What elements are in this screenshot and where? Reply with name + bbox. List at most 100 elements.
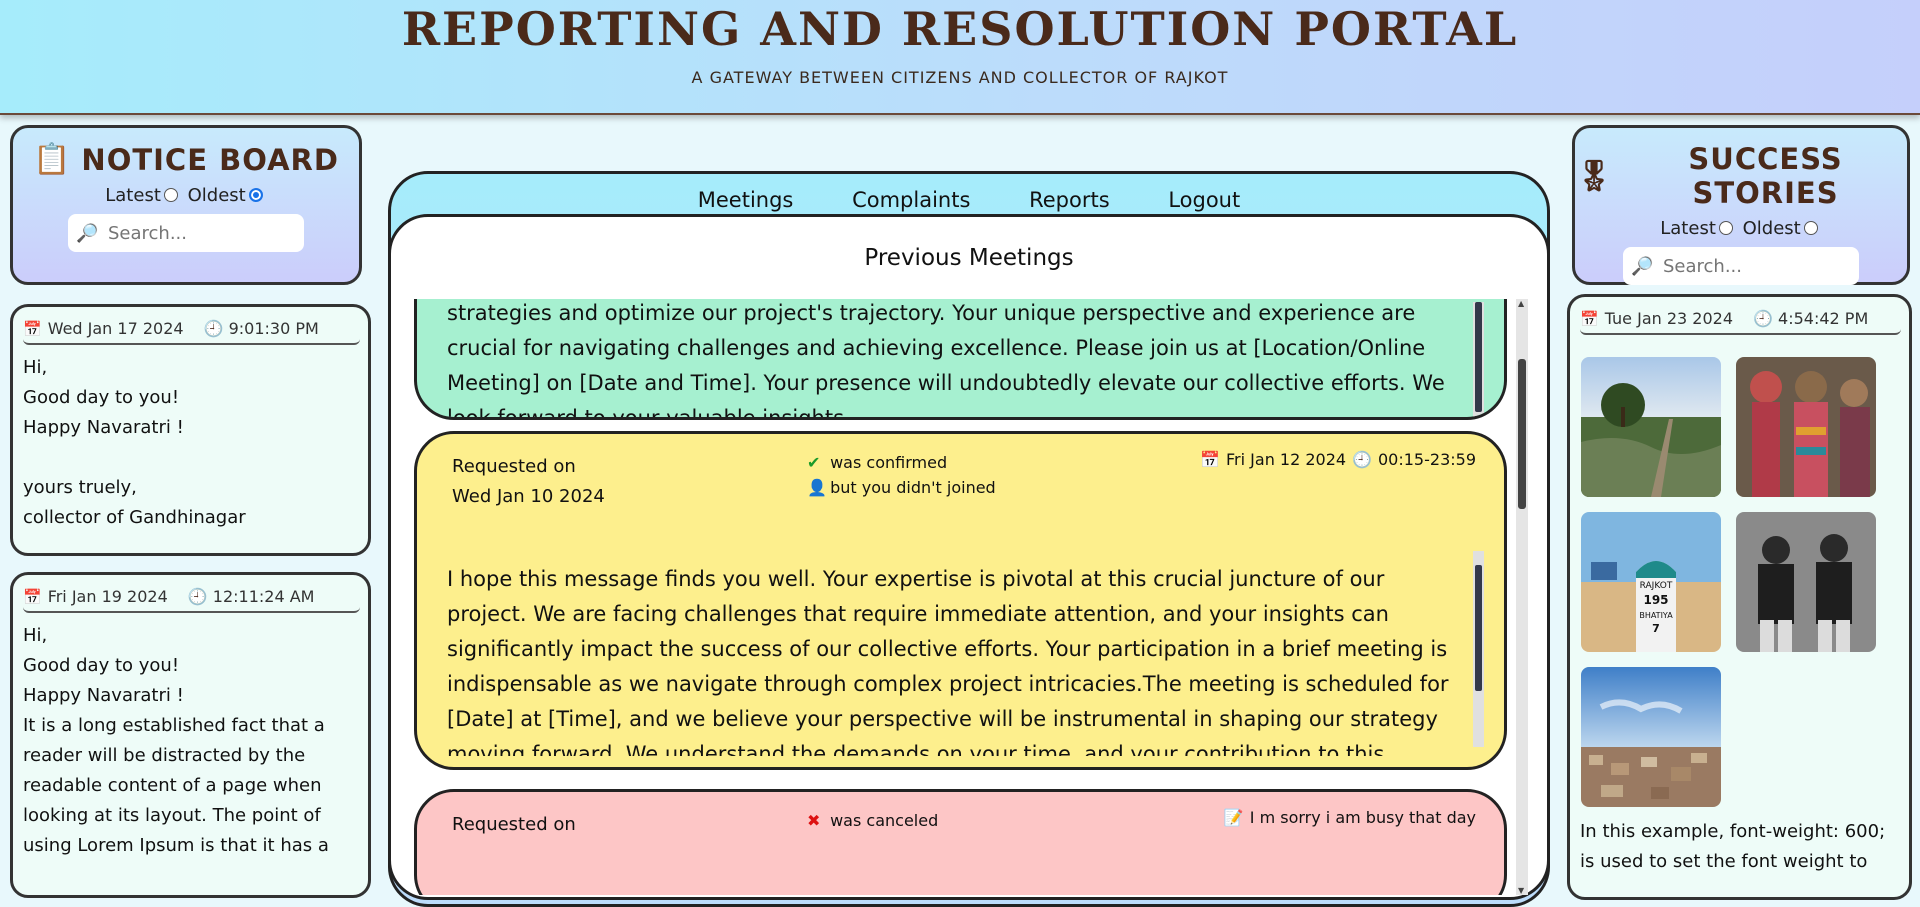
status-text: was confirmed (830, 453, 948, 472)
page-title: REPORTING AND RESOLUTION PORTAL (401, 2, 1519, 56)
calendar-icon: 📅 (23, 319, 42, 338)
notice-card: 📅 Wed Jan 17 2024 🕘 9:01:30 PM Hi, Good … (10, 304, 371, 556)
sort-latest-radio[interactable] (163, 188, 178, 202)
success-stories-heading: 🎖 SUCCESS STORIES (1575, 142, 1907, 210)
story-date: Tue Jan 23 2024 (1604, 309, 1734, 328)
nav-reports[interactable]: Reports (1029, 188, 1110, 212)
story-card-header: 📅 Tue Jan 23 2024 🕘 4:54:42 PM (1580, 309, 1901, 335)
meeting-date: Fri Jan 12 2024 (1226, 450, 1347, 469)
historic-photo[interactable] (1736, 512, 1876, 652)
nav-complaints[interactable]: Complaints (852, 188, 970, 212)
meeting-note: 📝 I m sorry i am busy that day (1224, 808, 1476, 827)
notice-board-title: NOTICE BOARD (81, 142, 339, 177)
notice-time-value: 12:11:24 AM (212, 587, 315, 606)
svg-text:195: 195 (1643, 593, 1668, 607)
notice-date: Wed Jan 17 2024 (47, 319, 184, 338)
note-text: I m sorry i am busy that day (1249, 808, 1476, 827)
meetings-panel: Previous Meetings strategies and optimiz… (388, 214, 1550, 900)
requested-label: Requested on (452, 456, 576, 477)
memo-icon: 📝 (1223, 808, 1244, 827)
page-subtitle: A GATEWAY BETWEEN CITIZENS AND COLLECTOR… (691, 68, 1229, 87)
meeting-schedule: 📅 Fri Jan 12 2024 🕘 00:15-23:59 (1200, 450, 1476, 469)
sort-latest-radio[interactable] (1718, 221, 1733, 235)
sort-oldest-radio[interactable] (1803, 221, 1818, 235)
meeting-text: strategies and optimize our project's tr… (447, 301, 1445, 420)
meeting-card: Requested on Wed Jan 10 2024 ✔ was confi… (414, 431, 1507, 770)
success-stories-title: SUCCESS STORIES (1688, 142, 1843, 210)
svg-text:RAJKOT: RAJKOT (1640, 581, 1673, 591)
medal-icon: 🎖 (1575, 158, 1615, 194)
cross-icon: ✖ (807, 811, 821, 830)
story-time: 🕘 4:54:42 PM (1753, 309, 1868, 328)
notice-search-box[interactable]: 🔎 (68, 214, 304, 252)
nav-logout[interactable]: Logout (1168, 188, 1240, 212)
notice-date: Fri Jan 19 2024 (47, 587, 168, 606)
stories-sort-options: Latest Oldest (1575, 218, 1907, 239)
clock-icon: 🕘 (203, 319, 224, 338)
nav-meetings[interactable]: Meetings (698, 188, 794, 212)
sort-latest-label: Latest (1660, 218, 1716, 239)
clock-icon: 🕘 (187, 587, 208, 606)
notice-card: 📅 Fri Jan 19 2024 🕘 12:11:24 AM Hi, Good… (10, 572, 371, 898)
notice-sort-options: Latest Oldest (13, 185, 359, 206)
meeting-status: ✔ was confirmed 👤 but you didn't joined (807, 450, 996, 500)
story-text: In this example, font-weight: 600; is us… (1580, 821, 1886, 872)
notice-time: 🕘 12:11:24 AM (188, 587, 315, 606)
scroll-thumb[interactable] (1475, 565, 1482, 691)
meeting-text-scrollbar[interactable] (1473, 551, 1484, 747)
main-nav: Meetings Complaints Reports Logout (391, 188, 1547, 212)
sort-oldest-label: Oldest (187, 185, 246, 206)
check-icon: ✔ (807, 453, 821, 472)
scroll-thumb[interactable] (1518, 359, 1526, 509)
scroll-thumb[interactable] (1475, 302, 1482, 412)
stories-search-input[interactable] (1661, 254, 1845, 278)
meetings-list[interactable]: strategies and optimize our project's tr… (408, 299, 1528, 895)
user-icon: 👤 (807, 478, 827, 497)
request-info: Requested on Wed Jan 10 2024 (452, 452, 605, 512)
calendar-icon: 📅 (1200, 450, 1221, 469)
success-stories-panel: 🎖 SUCCESS STORIES Latest Oldest 🔎 (1572, 125, 1910, 285)
lake-photo[interactable] (1581, 357, 1721, 497)
meeting-card: strategies and optimize our project's tr… (414, 299, 1507, 420)
story-time-value: 4:54:42 PM (1778, 309, 1869, 328)
svg-text:7: 7 (1652, 622, 1660, 635)
notice-body: Hi, Good day to you! Happy Navaratri ! y… (23, 357, 246, 528)
handicraft-dolls-photo[interactable] (1736, 357, 1876, 497)
search-icon: 🔎 (76, 222, 99, 244)
calendar-icon: 📅 (1580, 309, 1599, 328)
request-info: Requested on (452, 810, 576, 840)
meeting-text: I hope this message finds you well. Your… (447, 567, 1449, 756)
calendar-icon: 📅 (23, 587, 42, 606)
notice-search-input[interactable] (106, 221, 290, 245)
section-title: Previous Meetings (864, 245, 1074, 271)
notice-board-heading: 📋 NOTICE BOARD (13, 142, 359, 177)
meeting-time: 00:15-23:59 (1378, 450, 1476, 469)
requested-date: Wed Jan 10 2024 (452, 486, 605, 507)
status-note: but you didn't joined (830, 478, 996, 497)
clock-icon: 🕘 (1753, 309, 1773, 328)
status-text: was canceled (830, 811, 939, 830)
meeting-text-scrollbar[interactable] (1473, 302, 1484, 417)
scroll-up-icon[interactable]: ▲ (1518, 299, 1524, 308)
success-story-card: 📅 Tue Jan 23 2024 🕘 4:54:42 PM RAJKOT 19… (1567, 294, 1912, 900)
city-aerial-photo[interactable] (1581, 667, 1721, 807)
search-icon: 🔎 (1631, 255, 1654, 277)
stories-search-box[interactable]: 🔎 (1623, 247, 1859, 285)
meeting-status: ✖ was canceled (807, 808, 938, 833)
rajkot-milestone-photo[interactable]: RAJKOT 195 BHATIYA 7 (1581, 512, 1721, 652)
meeting-text-box: I hope this message finds you well. Your… (447, 562, 1468, 756)
page-header: REPORTING AND RESOLUTION PORTAL A GATEWA… (0, 0, 1920, 115)
sort-oldest-radio[interactable] (248, 188, 263, 202)
notice-board-panel: 📋 NOTICE BOARD Latest Oldest 🔎 (10, 125, 362, 285)
notice-body: Hi, Good day to you! Happy Navaratri ! I… (23, 625, 329, 856)
requested-label: Requested on (452, 814, 576, 835)
meetings-scrollbar[interactable]: ▲ ▼ (1516, 299, 1528, 895)
notice-card-header: 📅 Fri Jan 19 2024 🕘 12:11:24 AM (23, 587, 360, 613)
scroll-down-icon[interactable]: ▼ (1518, 886, 1524, 895)
notice-time: 🕘 9:01:30 PM (204, 319, 319, 338)
sort-latest-label: Latest (105, 185, 161, 206)
notice-card-header: 📅 Wed Jan 17 2024 🕘 9:01:30 PM (23, 319, 360, 345)
meeting-card: Requested on ✖ was canceled 📝 I m sorry … (414, 789, 1507, 895)
clock-icon: 🕘 (1352, 450, 1372, 469)
notice-time-value: 9:01:30 PM (228, 319, 319, 338)
